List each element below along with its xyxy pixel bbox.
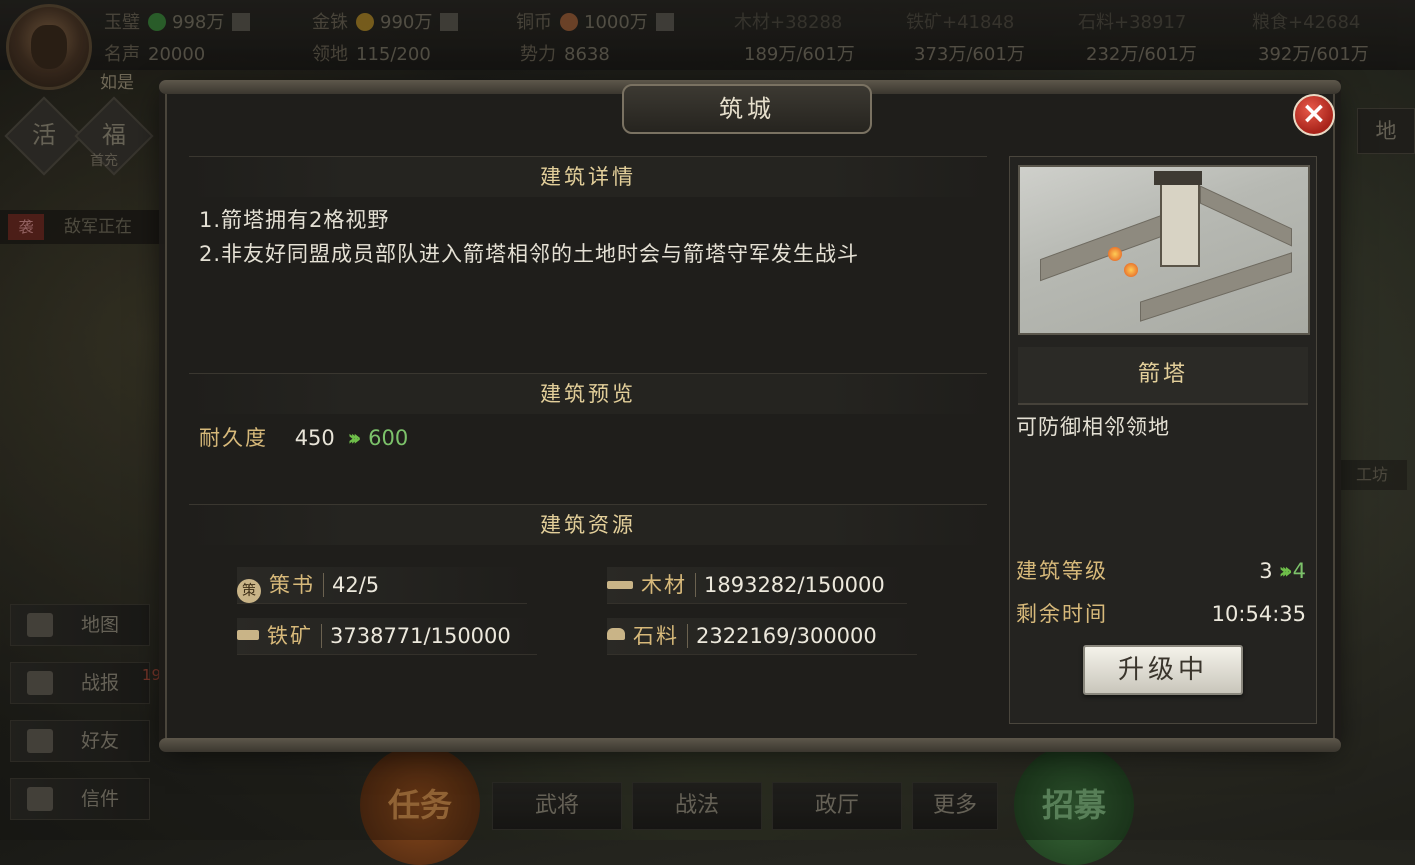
durability-next: 600 — [368, 426, 409, 450]
fortify-dialog: 筑城 × 建筑详情 1.箭塔拥有2格视野 2.非友好同盟成员部队进入箭塔相邻的土… — [159, 80, 1341, 752]
durability-label: 耐久度 — [199, 426, 268, 450]
level-label: 建筑等级 — [1016, 559, 1108, 583]
double-chevron-icon: ››› — [1278, 559, 1293, 583]
close-icon[interactable]: × — [1293, 94, 1335, 136]
building-name: 箭塔 — [1018, 347, 1308, 405]
remaining-time-row: 剩余时间 10:54:35 — [1016, 597, 1306, 631]
details-panel: 建筑详情 1.箭塔拥有2格视野 2.非友好同盟成员部队进入箭塔相邻的土地时会与箭… — [189, 156, 987, 665]
details-header: 建筑详情 — [189, 156, 987, 197]
durability-row: 耐久度 450 ››› 600 — [189, 414, 987, 460]
building-info-panel: 箭塔 可防御相邻领地 建筑等级 3 ››› 4 剩余时间 10:54:35 升级中 — [1009, 156, 1317, 724]
resource-book: 策策书 42/5 — [237, 567, 527, 604]
resources-grid: 策策书 42/5 木材 1893282/150000 铁矿 3738771/15000… — [189, 545, 987, 665]
resource-wood: 木材 1893282/150000 — [607, 567, 907, 604]
preview-header: 建筑预览 — [189, 373, 987, 414]
time-label: 剩余时间 — [1016, 602, 1108, 626]
dialog-title: 筑城 — [622, 84, 872, 134]
wood-icon — [607, 581, 633, 589]
resource-stone: 石料 2322169/300000 — [607, 618, 917, 655]
building-level-row: 建筑等级 3 ››› 4 — [1016, 554, 1306, 588]
arrow-tower-image — [1018, 165, 1310, 335]
double-chevron-icon: ››› — [347, 426, 361, 450]
resource-iron: 铁矿 3738771/150000 — [237, 618, 537, 655]
anvil-icon — [237, 630, 259, 640]
building-description: 可防御相邻领地 — [1016, 415, 1170, 439]
level-value: 3 ››› 4 — [1259, 559, 1306, 583]
time-value: 10:54:35 — [1211, 602, 1306, 626]
details-text: 1.箭塔拥有2格视野 2.非友好同盟成员部队进入箭塔相邻的土地时会与箭塔守军发生… — [189, 197, 987, 277]
durability-current: 450 — [294, 426, 335, 450]
book-icon: 策 — [237, 579, 261, 603]
detail-line: 2.非友好同盟成员部队进入箭塔相邻的土地时会与箭塔守军发生战斗 — [199, 242, 860, 266]
upgrading-button[interactable]: 升级中 — [1083, 645, 1243, 695]
detail-line: 1.箭塔拥有2格视野 — [199, 208, 390, 232]
resources-header: 建筑资源 — [189, 504, 987, 545]
stone-icon — [607, 628, 625, 640]
